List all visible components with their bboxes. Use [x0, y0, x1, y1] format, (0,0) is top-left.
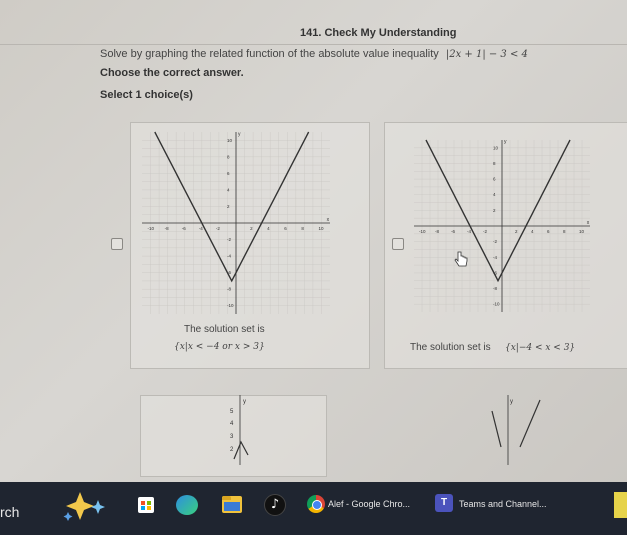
select-count-label: Select 1 choice(s) — [100, 89, 193, 101]
taskbar-search-text[interactable]: rch — [0, 504, 19, 520]
choice-b-checkbox[interactable] — [392, 238, 404, 250]
y-tick-label: -8 — [227, 287, 231, 292]
choice-a-solution-prefix: The solution set is — [184, 324, 265, 335]
choice-d-right-branch — [519, 399, 541, 448]
y-tick: 4 — [230, 421, 234, 427]
x-tick-label: 8 — [301, 226, 304, 231]
axis-x-label: x — [327, 217, 330, 223]
choice-a-checkbox[interactable] — [111, 238, 123, 250]
question-page: 141. Check My Understanding Solve by gra… — [0, 0, 627, 482]
y-tick: 5 — [230, 409, 234, 415]
axis-x-label: x — [587, 220, 590, 226]
axis-y-label: y — [238, 131, 241, 137]
y-tick-label: -10 — [493, 302, 500, 307]
file-explorer-icon[interactable] — [222, 496, 242, 513]
axis-y-label: y — [510, 399, 513, 405]
choice-b-solution-set: {x|−4 < x < 3} — [505, 343, 576, 353]
x-tick-label: -6 — [451, 229, 455, 234]
instruction-text: Choose the correct answer. — [100, 67, 244, 79]
y-tick: 3 — [230, 434, 234, 440]
x-tick-label: 8 — [563, 229, 566, 234]
choice-a-solution-set: {x|x < −4 or x > 3} — [174, 342, 265, 352]
x-tick-label: -8 — [435, 229, 439, 234]
x-tick-label: -10 — [419, 229, 426, 234]
choice-d-graph: y — [491, 395, 541, 465]
y-tick-label: 10 — [227, 138, 233, 143]
x-tick-label: 6 — [284, 226, 287, 231]
x-tick-label: 2 — [515, 229, 518, 234]
x-tick-label: 4 — [531, 229, 534, 234]
widget-sparkle-icon[interactable] — [58, 488, 120, 528]
choice-b-solution-prefix: The solution set is — [410, 342, 491, 353]
choice-c-graph: y 5 4 3 2 — [230, 395, 249, 465]
y-tick-label: -10 — [227, 303, 234, 308]
question-prompt: Solve by graphing the related function o… — [100, 48, 528, 60]
x-tick-label: 10 — [579, 229, 585, 234]
choice-a-graph: -10 -8 -6 -4 -2 2 4 6 8 10108642-2-4-6-8-10xy — [142, 131, 330, 314]
x-tick-label: 4 — [267, 226, 270, 231]
x-tick-label: 6 — [547, 229, 550, 234]
chrome-icon[interactable] — [307, 495, 325, 513]
axis-y-label: y — [504, 139, 507, 145]
y-tick-label: 10 — [493, 145, 499, 150]
choice-c-function-line — [233, 440, 249, 460]
x-tick-label: -8 — [165, 226, 169, 231]
x-tick-label: -6 — [182, 226, 186, 231]
x-tick-label: -4 — [467, 229, 471, 234]
y-tick-label: -4 — [227, 254, 231, 259]
x-tick-label: 2 — [250, 226, 253, 231]
y-tick-label: -2 — [227, 237, 231, 242]
store-icon[interactable] — [138, 497, 154, 513]
hand-cursor-icon — [454, 251, 468, 267]
x-tick-label: -2 — [216, 226, 220, 231]
choice-d-left-branch — [491, 410, 502, 448]
y-tick-label: -4 — [493, 255, 497, 260]
x-tick-label: -10 — [148, 226, 155, 231]
y-tick: 2 — [230, 447, 234, 453]
prompt-text: Solve by graphing the related function o… — [100, 48, 439, 60]
edge-icon[interactable] — [176, 495, 198, 515]
teams-window-label[interactable]: Teams and Channel... — [459, 499, 547, 509]
x-tick-label: 10 — [318, 226, 324, 231]
question-title: 141. Check My Understanding — [300, 27, 457, 39]
axis-y-label: y — [243, 399, 246, 405]
inequality-text: |2x + 1| − 3 < 4 — [445, 49, 528, 60]
y-tick-label: -8 — [493, 286, 497, 291]
choice-b-graph: -10 -8 -6 -4 -2 2 4 6 8 10108642-2-4-6-8-10xy — [414, 139, 590, 312]
divider — [0, 44, 627, 45]
taskbar-app-icon[interactable] — [614, 492, 627, 518]
x-tick-label: -4 — [199, 226, 203, 231]
teams-icon[interactable]: T — [435, 494, 453, 512]
y-tick-label: -2 — [493, 239, 497, 244]
chrome-window-label[interactable]: Alef - Google Chro... — [328, 499, 410, 509]
tiktok-icon[interactable]: ♪ — [264, 494, 286, 516]
x-tick-label: -2 — [483, 229, 487, 234]
